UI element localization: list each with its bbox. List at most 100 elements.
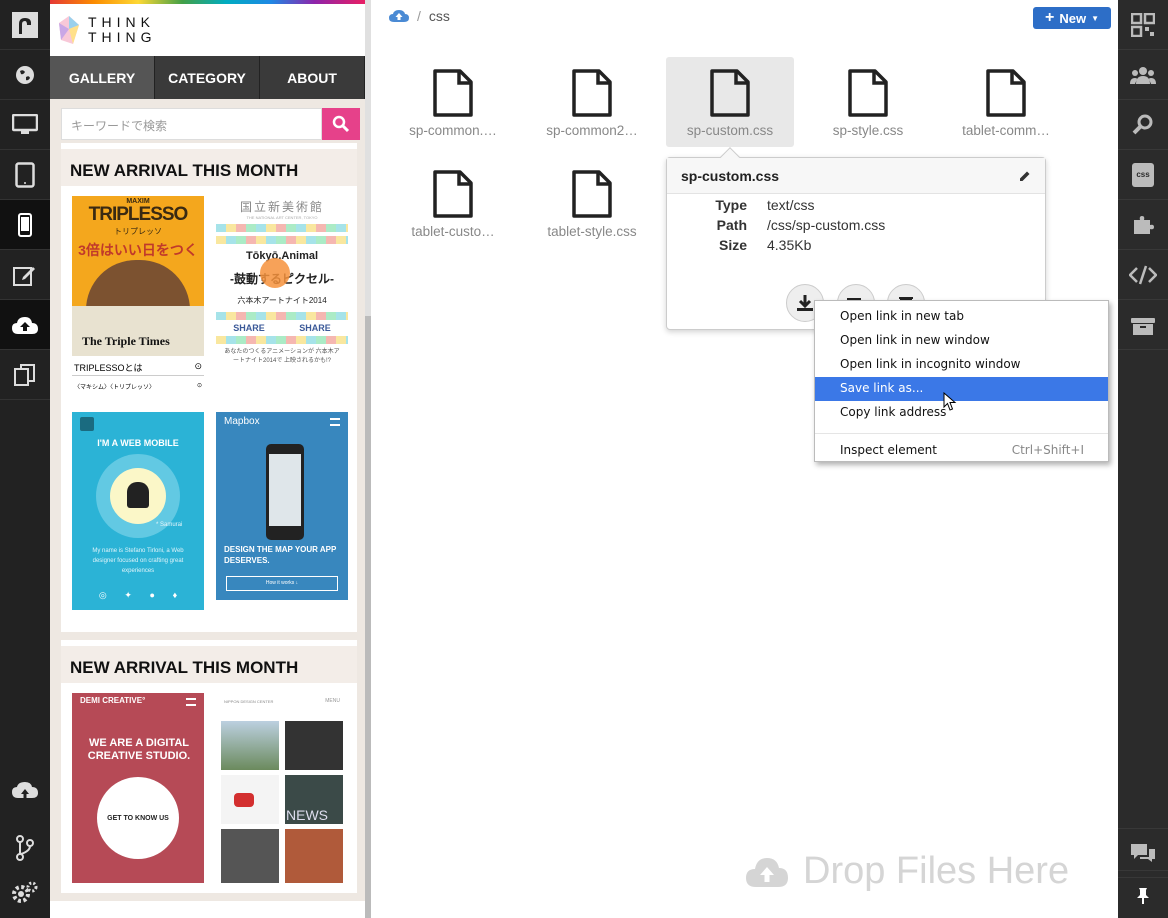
drop-zone-label: Drop Files Here [803,850,1070,892]
tile-demi-headline: WE ARE A DIGITAL CREATIVE STUDIO. [87,737,191,762]
tablet-icon[interactable] [0,150,50,200]
arrivals-section-2: NEW ARRIVAL THIS MONTH DEMI CREATIVE° WE… [50,640,365,901]
tile-news: NEWS [286,807,328,823]
breadcrumb-folder[interactable]: css [429,8,450,24]
file-name: tablet-comm… [962,123,1050,138]
dribbble-icon[interactable]: ◎ [99,590,107,601]
archive-icon[interactable] [1118,300,1168,350]
tile-nippon: NIPPON DESIGN CENTER [224,699,274,704]
file-item[interactable]: sp-common.… [389,57,517,147]
copy-icon[interactable] [0,350,50,400]
site-search: キーワードで検索 [50,99,365,143]
menu-save-link-as[interactable]: Save link as... [815,377,1108,401]
tile-demi-button: GET TO KNOW US [107,814,169,822]
file-icon [433,170,473,218]
cloud-upload-icon[interactable] [0,300,50,350]
phone-icon[interactable] [0,200,50,250]
globe-icon[interactable] [0,50,50,100]
gallery-tile-nippon[interactable]: NIPPON DESIGN CENTER MENU NEWS [216,693,348,883]
cloud-upload-icon[interactable] [389,9,409,23]
css-icon-label: css [1132,162,1154,187]
prism-logo-icon [59,16,79,44]
plus-icon: + [1045,9,1055,26]
file-item[interactable]: tablet-style.css [528,158,656,248]
arrow-circle-icon: ⊙ [194,361,202,371]
popover-title: sp-custom.css [681,168,780,184]
menu-open-incognito[interactable]: Open link in incognito window [815,353,1108,377]
site-search-button[interactable] [322,108,360,140]
menu-copy-link-address[interactable]: Copy link address [815,401,1108,425]
path-label: Path [716,217,747,233]
get-to-know-button[interactable]: GET TO KNOW US [97,777,179,859]
tile-triplesso-kana: トリプレッソ [114,227,162,236]
qr-code-icon[interactable] [1118,0,1168,50]
share-facebook-button[interactable]: SHARE [233,323,265,333]
edit-icon[interactable] [0,250,50,300]
settings-icon[interactable] [0,868,50,918]
left-toolbar [0,0,50,918]
menu-inspect-shortcut: Ctrl+Shift+I [1011,443,1084,457]
nav-category[interactable]: CATEGORY [155,56,260,99]
css-icon[interactable]: css [1118,150,1168,200]
search-icon [332,115,350,133]
site-search-input[interactable]: キーワードで検索 [61,108,322,140]
menu-open-new-window[interactable]: Open link in new window [815,329,1108,353]
site-logo[interactable]: THINK THING [50,4,365,56]
file-icon [848,69,888,117]
search-icon[interactable] [1118,100,1168,150]
code-icon[interactable] [1118,250,1168,300]
tile-nippon-menu: MENU [325,698,340,704]
tile-subline: 〈マキシム〉〈トリプレッソ〉 [74,385,156,391]
file-item[interactable]: tablet-comm… [942,57,1070,147]
gallery-tile-triplesso[interactable]: MAXIM TRIPLESSO トリプレッソ 3倍はいい日をつくる。 The T… [72,196,204,396]
site-nav: GALLERY CATEGORY ABOUT [50,56,365,99]
menu-inspect-element[interactable]: Inspect element Ctrl+Shift+I [815,439,1108,463]
nav-gallery[interactable]: GALLERY [50,56,155,99]
branch-icon[interactable] [0,823,50,873]
gallery-tile-mapbox[interactable]: Mapbox DESIGN THE MAP YOUR APP DESERVES.… [216,412,348,600]
deploy-icon[interactable] [0,768,50,818]
file-name: sp-common2… [546,123,638,138]
device-preview: THINK THING GALLERY CATEGORY ABOUT キーワード… [50,0,365,918]
tile-art-text: あなたのつくるアニメーションが 六本木アートナイト2014で 上映されるかも!? [224,349,340,364]
users-icon[interactable] [1118,50,1168,100]
nav-about[interactable]: ABOUT [260,56,365,99]
behance-icon[interactable]: ● [150,590,155,601]
menu-inspect-label: Inspect element [840,443,937,457]
file-item-selected[interactable]: sp-custom.css [666,57,794,147]
gallery-tile-web-mobile[interactable]: I'M A WEB MOBILE * Samurai My name is St… [72,412,204,610]
tile-mapbox-button[interactable]: How it works ↓ [226,576,338,591]
gallery-tile-demi[interactable]: DEMI CREATIVE° WE ARE A DIGITAL CREATIVE… [72,693,204,883]
file-browser: / css + New ▼ sp-common.… sp-common2… sp… [371,0,1118,918]
file-item[interactable]: tablet-custo… [389,158,517,248]
file-icon [572,170,612,218]
drop-zone[interactable]: Drop Files Here [745,850,1069,893]
popover-type-row: Type text/css [681,197,814,213]
tile-mobile-desc: My name is Stefano Tirloni, a Web design… [92,548,184,574]
new-button[interactable]: + New ▼ [1033,7,1111,29]
share-twitter-button[interactable]: SHARE [299,323,331,333]
type-value: text/css [767,197,815,213]
breadcrumb: / css [389,8,450,24]
pencil-icon[interactable] [1019,170,1031,182]
menu-icon [186,698,196,706]
section-title: NEW ARRIVAL THIS MONTH [61,143,357,186]
pin-icon[interactable] [1118,870,1168,918]
file-item[interactable]: sp-style.css [804,57,932,147]
file-item[interactable]: sp-common2… [528,57,656,147]
logo-line2: THING [88,29,157,45]
twitter-icon[interactable]: ✦ [124,590,132,601]
puzzle-icon[interactable] [1118,200,1168,250]
logo-icon[interactable] [0,0,50,50]
desktop-icon[interactable] [0,100,50,150]
download-icon [797,295,813,311]
gallery-tile-tokyo-animal[interactable]: 国立新美術館 THE NATIONAL ART CENTER, TOKYO Tō… [216,196,348,396]
file-icon [572,69,612,117]
arrivals-section-1: NEW ARRIVAL THIS MONTH MAXIM TRIPLESSO ト… [50,143,365,640]
tile-triplesso: TRIPLESSO [88,204,189,225]
size-value: 4.35Kb [767,237,812,253]
tile-mobile-title: I'M A WEB MOBILE [97,438,179,448]
menu-open-new-tab[interactable]: Open link in new tab [815,305,1108,329]
tile-about-link[interactable]: TRIPLESSOとは [74,361,143,373]
pinterest-icon[interactable]: ♦ [173,590,178,601]
